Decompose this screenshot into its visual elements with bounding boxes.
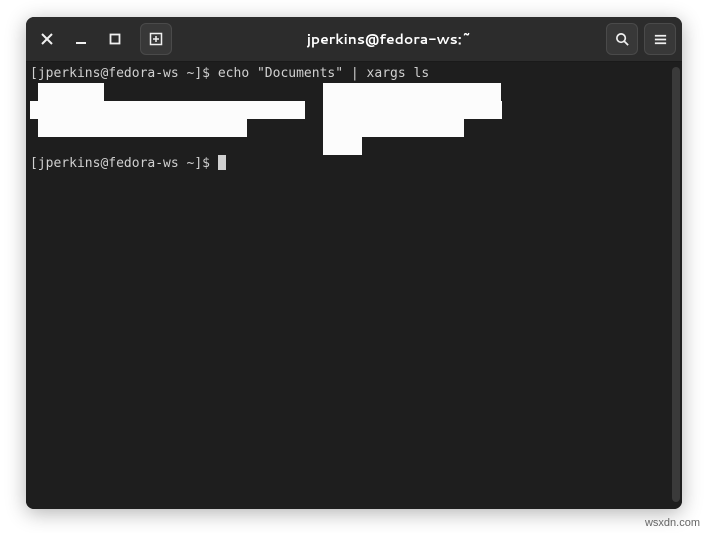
- prompt: [jperkins@fedora-ws ~]$: [30, 156, 218, 171]
- redacted-output: [323, 101, 502, 119]
- output-row: [30, 119, 678, 137]
- menu-button[interactable]: [644, 23, 676, 55]
- scrollbar[interactable]: [672, 67, 680, 502]
- search-button[interactable]: [606, 23, 638, 55]
- redacted-output: [323, 119, 464, 137]
- terminal-line: [jperkins@fedora-ws ~]$: [30, 155, 678, 173]
- cursor: [218, 155, 226, 170]
- output-row: [30, 137, 678, 155]
- minimize-button[interactable]: [66, 24, 96, 54]
- close-icon: [41, 33, 53, 45]
- titlebar-left-controls: [32, 23, 172, 55]
- watermark: wsxdn.com: [645, 517, 700, 529]
- terminal-window: jperkins@fedora-ws:~ [jperkins@fedora-ws…: [26, 17, 682, 509]
- window-title: jperkins@fedora-ws:~: [172, 29, 606, 49]
- command-text: echo "Documents" | xargs ls: [218, 66, 429, 81]
- terminal-line: [jperkins@fedora-ws ~]$ echo "Documents"…: [30, 65, 678, 83]
- prompt: [jperkins@fedora-ws ~]$: [30, 66, 218, 81]
- redacted-output: [323, 83, 501, 101]
- output-row: [30, 83, 678, 101]
- maximize-button[interactable]: [100, 24, 130, 54]
- redacted-output: [38, 83, 104, 101]
- redacted-output: [30, 101, 305, 119]
- output-row: [30, 101, 678, 119]
- minimize-icon: [75, 33, 87, 45]
- titlebar-right-controls: [606, 23, 676, 55]
- maximize-icon: [109, 33, 121, 45]
- search-icon: [615, 32, 630, 47]
- new-tab-icon: [148, 31, 164, 47]
- hamburger-menu-icon: [653, 32, 668, 47]
- redacted-output: [38, 119, 247, 137]
- close-button[interactable]: [32, 24, 62, 54]
- terminal-body[interactable]: [jperkins@fedora-ws ~]$ echo "Documents"…: [26, 62, 682, 509]
- redacted-output: [323, 137, 362, 155]
- titlebar: jperkins@fedora-ws:~: [26, 17, 682, 62]
- new-tab-button[interactable]: [140, 23, 172, 55]
